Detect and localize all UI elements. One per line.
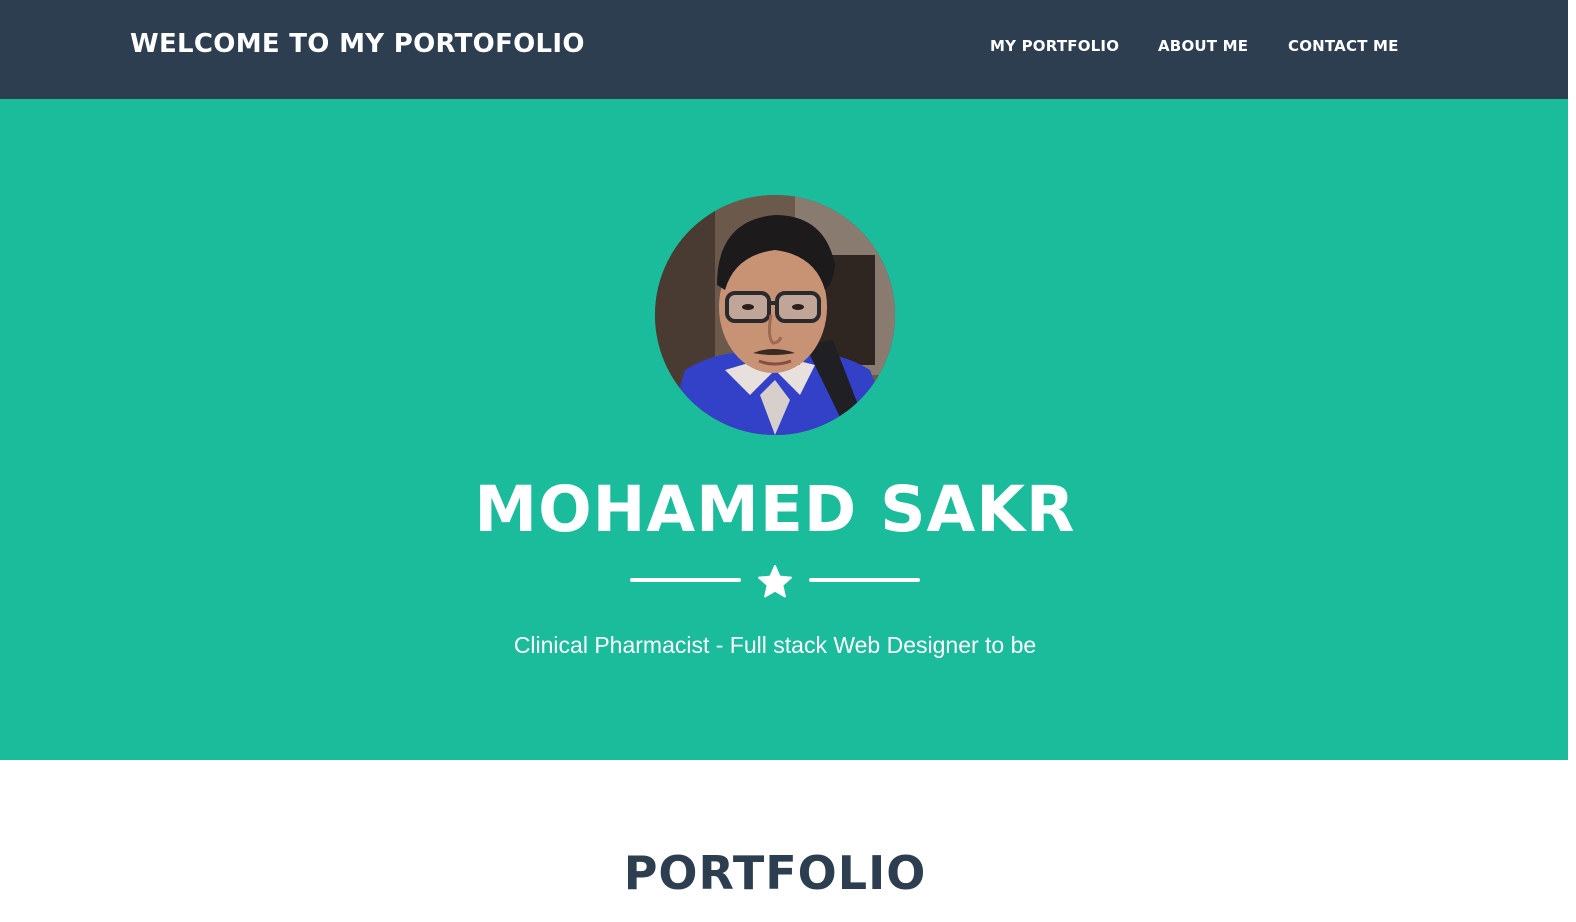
hero-name: MOHAMED SAKR <box>474 473 1076 546</box>
nav-link-contact-me[interactable]: CONTACT ME <box>1288 37 1399 55</box>
navbar: WELCOME TO MY PORTOFOLIO MY PORTFOLIO AB… <box>0 0 1568 99</box>
avatar <box>655 195 895 435</box>
page-scrollbar[interactable] <box>1568 0 1576 922</box>
portfolio-section-title: PORTFOLIO <box>623 846 927 900</box>
divider-line-right <box>809 578 920 582</box>
nav-link-my-portfolio[interactable]: MY PORTFOLIO <box>990 37 1119 55</box>
masthead: MOHAMED SAKR Clinical Pharmacist - Full … <box>0 99 1568 760</box>
star-icon <box>758 565 792 598</box>
divider-line-left <box>630 578 741 582</box>
hero-subtitle: Clinical Pharmacist - Full stack Web Des… <box>513 632 1037 658</box>
nav-link-about-me[interactable]: ABOUT ME <box>1158 37 1248 55</box>
brand-title[interactable]: WELCOME TO MY PORTOFOLIO <box>130 29 585 59</box>
star-divider <box>630 565 920 598</box>
avatar-photo <box>655 195 895 435</box>
